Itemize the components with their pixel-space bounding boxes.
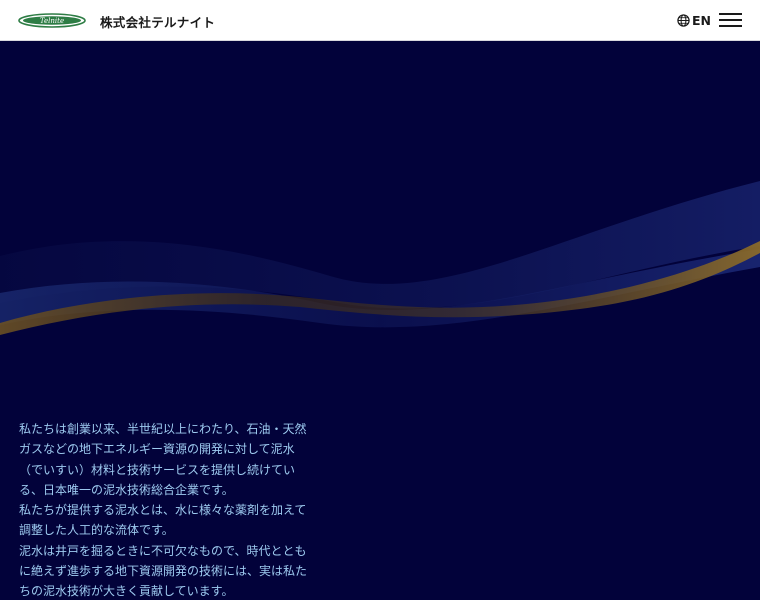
- intro-paragraph: 泥水は井戸を掘るときに不可欠なもので、時代とともに絶えず進歩する地下資源開発の技…: [19, 543, 308, 599]
- menu-button[interactable]: [719, 11, 742, 29]
- language-switch-button[interactable]: EN: [677, 11, 711, 29]
- site-header: Telnite 株式会社テルナイト EN: [0, 0, 760, 41]
- logo-text: Telnite: [40, 17, 64, 25]
- intro-paragraph: 私たちは創業以来、半世紀以上にわたり、石油・天然ガスなどの地下エネルギー資源の開…: [19, 422, 307, 497]
- hamburger-menu-icon: [719, 19, 742, 21]
- intro-text: 私たちは創業以来、半世紀以上にわたり、石油・天然ガスなどの地下エネルギー資源の開…: [19, 419, 311, 600]
- company-name[interactable]: 株式会社テルナイト: [100, 12, 215, 31]
- hero-section: 私たちは創業以来、半世紀以上にわたり、石油・天然ガスなどの地下エネルギー資源の開…: [0, 41, 760, 600]
- hamburger-menu-icon: [719, 25, 742, 27]
- intro-paragraph: 私たちが提供する泥水とは、水に様々な薬剤を加えて調整した人工的な流体です。: [19, 503, 307, 538]
- hamburger-menu-icon: [719, 13, 742, 15]
- language-label: EN: [692, 12, 712, 28]
- globe-icon: [677, 13, 690, 27]
- company-logo[interactable]: Telnite: [18, 12, 86, 29]
